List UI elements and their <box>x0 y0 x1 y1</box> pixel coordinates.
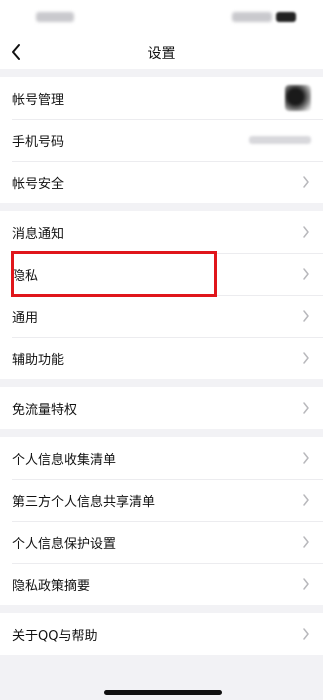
status-time-blurred <box>36 12 74 22</box>
settings-row[interactable]: 隐私政策摘要 <box>0 563 323 605</box>
battery-icon <box>276 12 296 22</box>
settings-row-label: 第三方个人信息共享清单 <box>12 494 156 510</box>
chevron-right-icon <box>303 494 309 506</box>
settings-group: 帐号管理手机号码帐号安全 <box>0 77 323 203</box>
settings-row-label: 个人信息保护设置 <box>12 536 117 552</box>
chevron-right-icon <box>303 310 309 322</box>
settings-row[interactable]: 帐号安全 <box>0 161 323 203</box>
chevron-left-icon <box>12 44 20 60</box>
settings-row[interactable]: 消息通知 <box>0 211 323 253</box>
chevron-right-icon <box>303 452 309 464</box>
back-button[interactable] <box>10 42 28 62</box>
chevron-right-icon <box>303 268 309 280</box>
chevron-right-icon <box>303 402 309 414</box>
settings-row-label: 免流量特权 <box>12 402 78 418</box>
chevron-right-icon <box>303 628 309 640</box>
settings-row[interactable]: 通用 <box>0 295 323 337</box>
settings-row[interactable]: 关于QQ与帮助 <box>0 613 323 655</box>
settings-row-label: 个人信息收集清单 <box>12 452 117 468</box>
settings-row-label: 帐号安全 <box>12 176 65 192</box>
chevron-right-icon <box>303 352 309 364</box>
chevron-right-icon <box>303 226 309 238</box>
page-title: 设置 <box>147 45 176 62</box>
chevron-right-icon <box>303 578 309 590</box>
settings-row[interactable]: 第三方个人信息共享清单 <box>0 479 323 521</box>
status-icons-blurred <box>232 12 272 22</box>
settings-list: 帐号管理手机号码帐号安全消息通知隐私通用辅助功能免流量特权个人信息收集清单第三方… <box>0 77 323 655</box>
settings-row-label: 辅助功能 <box>12 352 65 368</box>
home-indicator <box>104 690 222 695</box>
settings-row[interactable]: 隐私 <box>0 253 323 295</box>
chevron-right-icon <box>303 536 309 548</box>
navigation-bar: 设置 <box>0 36 323 69</box>
settings-row-label: 隐私 <box>12 268 39 284</box>
chevron-right-icon <box>303 176 309 188</box>
settings-row[interactable]: 免流量特权 <box>0 387 323 429</box>
settings-row[interactable]: 辅助功能 <box>0 337 323 379</box>
settings-row[interactable]: 个人信息保护设置 <box>0 521 323 563</box>
settings-row-label: 手机号码 <box>12 134 65 150</box>
settings-row-label: 帐号管理 <box>12 92 65 108</box>
phone-number-blurred <box>249 136 311 144</box>
settings-group: 消息通知隐私通用辅助功能 <box>0 211 323 379</box>
settings-row[interactable]: 个人信息收集清单 <box>0 437 323 479</box>
settings-row-label: 通用 <box>12 310 39 326</box>
status-bar <box>0 0 323 36</box>
settings-row-label: 隐私政策摘要 <box>12 578 91 594</box>
settings-group: 免流量特权 <box>0 387 323 429</box>
avatar <box>285 85 311 111</box>
settings-row[interactable]: 帐号管理 <box>0 77 323 119</box>
settings-group: 关于QQ与帮助 <box>0 613 323 655</box>
settings-group: 个人信息收集清单第三方个人信息共享清单 个人信息保护设置 隐私政策摘要 <box>0 437 323 605</box>
settings-row-label: 关于QQ与帮助 <box>12 628 98 644</box>
settings-row[interactable]: 手机号码 <box>0 119 323 161</box>
settings-row-label: 消息通知 <box>12 226 65 242</box>
